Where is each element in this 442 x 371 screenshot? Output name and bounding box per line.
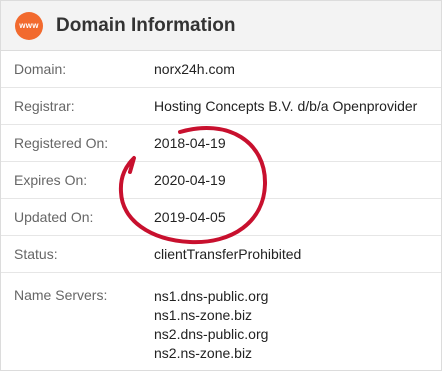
updated-on-label: Updated On: <box>14 209 94 225</box>
registrar-label: Registrar: <box>14 98 75 114</box>
info-rows: Domain: norx24h.com Registrar: Hosting C… <box>1 51 441 363</box>
expires-on-value: 2020-04-19 <box>154 172 226 188</box>
registrar-value: Hosting Concepts B.V. d/b/a Openprovider <box>154 98 418 114</box>
row-registrar: Registrar: Hosting Concepts B.V. d/b/a O… <box>1 88 441 125</box>
panel-header: www Domain Information <box>1 1 441 51</box>
row-expires-on: Expires On: 2020-04-19 <box>1 162 441 199</box>
name-server-item: ns1.ns-zone.biz <box>154 307 253 323</box>
name-server-item: ns2.dns-public.org <box>154 326 269 342</box>
status-value: clientTransferProhibited <box>154 246 302 262</box>
domain-label: Domain: <box>14 61 67 77</box>
expires-on-label: Expires On: <box>14 172 88 188</box>
name-server-item: ns2.ns-zone.biz <box>154 345 253 361</box>
www-icon: www <box>15 11 43 40</box>
name-servers-label: Name Servers: <box>14 287 108 303</box>
row-domain: Domain: norx24h.com <box>1 51 441 88</box>
registered-on-label: Registered On: <box>14 135 109 151</box>
panel-title: Domain Information <box>56 14 236 36</box>
registered-on-value: 2018-04-19 <box>154 135 226 151</box>
name-server-item: ns1.dns-public.org <box>154 288 269 304</box>
row-name-servers: Name Servers: ns1.dns-public.org ns1.ns-… <box>1 273 441 363</box>
row-registered-on: Registered On: 2018-04-19 <box>1 125 441 162</box>
row-status: Status: clientTransferProhibited <box>1 236 441 273</box>
name-servers-list: ns1.dns-public.org ns1.ns-zone.biz ns2.d… <box>154 287 268 363</box>
domain-value: norx24h.com <box>154 61 235 77</box>
updated-on-value: 2019-04-05 <box>154 209 226 225</box>
row-updated-on: Updated On: 2019-04-05 <box>1 199 441 236</box>
status-label: Status: <box>14 246 58 262</box>
domain-info-panel: www Domain Information Domain: norx24h.c… <box>0 0 442 371</box>
